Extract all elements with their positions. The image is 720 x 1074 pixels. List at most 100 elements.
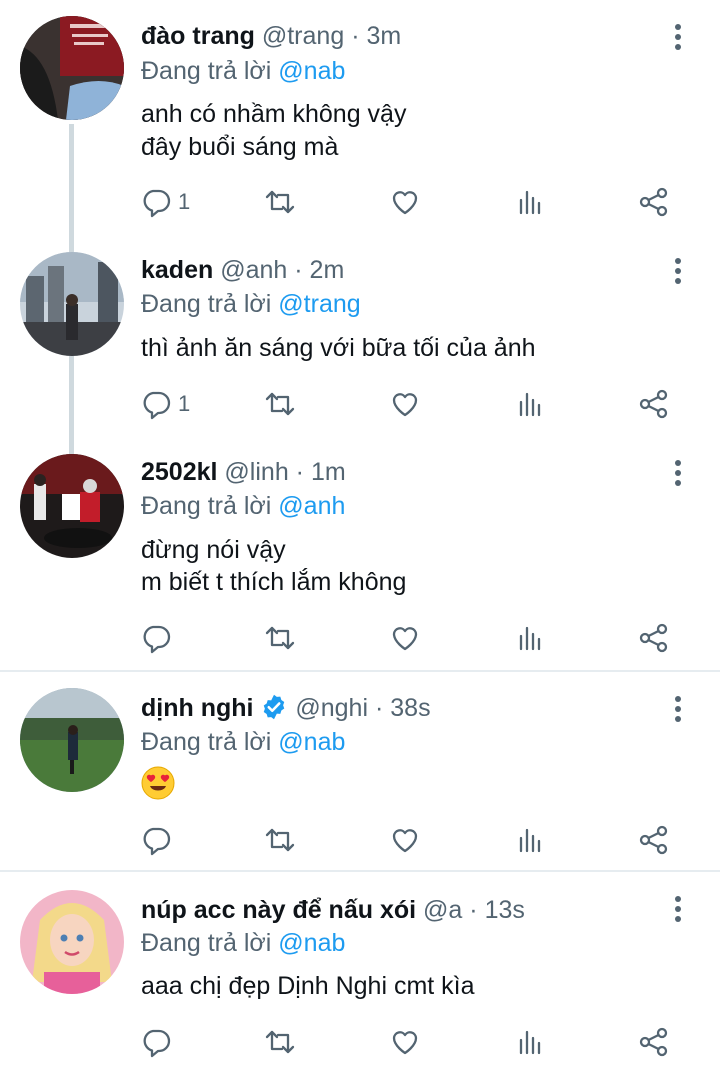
avatar[interactable] bbox=[20, 252, 124, 356]
timestamp[interactable]: 2m bbox=[310, 256, 345, 284]
replying-to-label: Đang trả lời bbox=[141, 290, 272, 318]
reply-icon bbox=[143, 625, 171, 654]
reply-button[interactable]: 1 bbox=[140, 384, 190, 424]
retweet-button[interactable] bbox=[264, 618, 296, 658]
analytics-button[interactable] bbox=[514, 384, 546, 424]
separator-dot: · bbox=[469, 896, 478, 924]
tweet-text-line: thì ảnh ăn sáng với bữa tối của ảnh bbox=[141, 334, 536, 362]
tweet[interactable]: núp acc này để nấu xói @a · 13s Đang trả… bbox=[0, 872, 720, 1074]
share-icon bbox=[639, 389, 668, 419]
share-icon bbox=[639, 623, 668, 653]
tweet[interactable]: dịnh nghi @nghi · 38s Đang trả lời @nab bbox=[0, 672, 720, 870]
analytics-icon bbox=[519, 828, 541, 853]
separator-dot: · bbox=[374, 694, 384, 722]
user-handle[interactable]: @anh bbox=[220, 256, 287, 284]
timestamp[interactable]: 3m bbox=[366, 22, 401, 50]
retweet-icon bbox=[265, 1030, 295, 1054]
timestamp[interactable]: 1m bbox=[311, 458, 346, 486]
reply-button[interactable]: 1 bbox=[140, 182, 190, 222]
replying-to-label: Đang trả lời bbox=[141, 492, 272, 520]
retweet-button[interactable] bbox=[264, 820, 296, 860]
reply-button[interactable] bbox=[140, 618, 172, 658]
like-button[interactable] bbox=[389, 182, 421, 222]
avatar[interactable] bbox=[20, 890, 124, 994]
separator-dot: · bbox=[351, 22, 360, 50]
display-name[interactable]: kaden bbox=[141, 256, 213, 284]
avatar-photo bbox=[20, 252, 124, 356]
replying-to-mention[interactable]: @nab bbox=[278, 57, 345, 85]
timestamp[interactable]: 38s bbox=[390, 694, 430, 722]
analytics-button[interactable] bbox=[514, 182, 546, 222]
analytics-button[interactable] bbox=[514, 820, 546, 860]
more-vertical-icon[interactable] bbox=[668, 24, 688, 54]
avatar-photo bbox=[20, 454, 124, 558]
user-handle[interactable]: @trang bbox=[262, 22, 344, 50]
replying-to-label: Đang trả lời bbox=[141, 57, 272, 85]
replying-to-mention[interactable]: @nab bbox=[278, 929, 345, 957]
retweet-button[interactable] bbox=[264, 182, 296, 222]
analytics-icon bbox=[519, 1030, 541, 1055]
user-handle[interactable]: @linh bbox=[224, 458, 288, 486]
more-vertical-icon[interactable] bbox=[668, 258, 688, 288]
replying-to-label: Đang trả lời bbox=[141, 929, 272, 957]
like-button[interactable] bbox=[389, 384, 421, 424]
tweet-text-line: đừng nói vậy bbox=[141, 536, 286, 564]
retweet-icon bbox=[265, 626, 295, 650]
separator-dot: · bbox=[294, 256, 303, 284]
replying-to-mention[interactable]: @nab bbox=[278, 728, 345, 756]
heart-eyes-emoji bbox=[141, 766, 175, 800]
share-button[interactable] bbox=[638, 182, 670, 222]
share-icon bbox=[639, 187, 668, 217]
timestamp[interactable]: 13s bbox=[485, 896, 525, 924]
analytics-button[interactable] bbox=[514, 618, 546, 658]
analytics-button[interactable] bbox=[514, 1022, 546, 1062]
share-button[interactable] bbox=[638, 384, 670, 424]
avatar[interactable] bbox=[20, 688, 124, 792]
reply-count: 1 bbox=[178, 391, 191, 416]
retweet-icon bbox=[265, 828, 295, 852]
tweet[interactable]: đào trang @trang · 3m Đang trả lời @nab … bbox=[0, 0, 720, 236]
avatar[interactable] bbox=[20, 454, 124, 558]
reply-button[interactable] bbox=[140, 820, 172, 860]
heart-icon bbox=[392, 393, 418, 417]
avatar[interactable] bbox=[20, 16, 124, 120]
avatar-photo bbox=[20, 16, 124, 120]
reply-count: 1 bbox=[178, 189, 191, 214]
tweet[interactable]: 2502kl @linh · 1m Đang trả lời @anh đừng… bbox=[0, 442, 720, 670]
tweet-text-line: aaa chị đẹp Dịnh Nghi cmt kìa bbox=[141, 972, 475, 1000]
more-vertical-icon[interactable] bbox=[668, 696, 688, 726]
analytics-icon bbox=[519, 392, 541, 417]
share-icon bbox=[639, 1027, 668, 1057]
display-name[interactable]: 2502kl bbox=[141, 458, 217, 486]
avatar-photo bbox=[20, 688, 124, 792]
replying-to-mention[interactable]: @trang bbox=[278, 290, 360, 318]
like-button[interactable] bbox=[389, 618, 421, 658]
retweet-icon bbox=[265, 190, 295, 214]
more-vertical-icon[interactable] bbox=[668, 896, 688, 926]
replying-to-mention[interactable]: @anh bbox=[278, 492, 345, 520]
retweet-button[interactable] bbox=[264, 384, 296, 424]
share-button[interactable] bbox=[638, 618, 670, 658]
share-button[interactable] bbox=[638, 1022, 670, 1062]
display-name[interactable]: đào trang bbox=[141, 22, 255, 50]
heart-icon bbox=[392, 191, 418, 215]
share-button[interactable] bbox=[638, 820, 670, 860]
separator-dot: · bbox=[295, 458, 304, 486]
more-vertical-icon[interactable] bbox=[668, 460, 688, 490]
user-handle[interactable]: @nghi bbox=[295, 694, 368, 722]
like-button[interactable] bbox=[389, 1022, 421, 1062]
like-button[interactable] bbox=[389, 820, 421, 860]
reply-icon bbox=[143, 391, 171, 420]
retweet-button[interactable] bbox=[264, 1022, 296, 1062]
tweet-text-line: anh có nhầm không vậy bbox=[141, 100, 407, 128]
display-name[interactable]: núp acc này để nấu xói bbox=[141, 896, 416, 924]
reply-icon bbox=[143, 827, 171, 856]
reply-icon bbox=[143, 1029, 171, 1058]
verified-badge-icon bbox=[264, 694, 285, 720]
display-name[interactable]: dịnh nghi bbox=[141, 694, 253, 722]
reply-button[interactable] bbox=[140, 1022, 172, 1062]
user-handle[interactable]: @a bbox=[423, 896, 462, 924]
reply-icon bbox=[143, 189, 171, 218]
tweet[interactable]: kaden @anh · 2m Đang trả lời @trang thì … bbox=[0, 236, 720, 442]
analytics-icon bbox=[519, 190, 541, 215]
